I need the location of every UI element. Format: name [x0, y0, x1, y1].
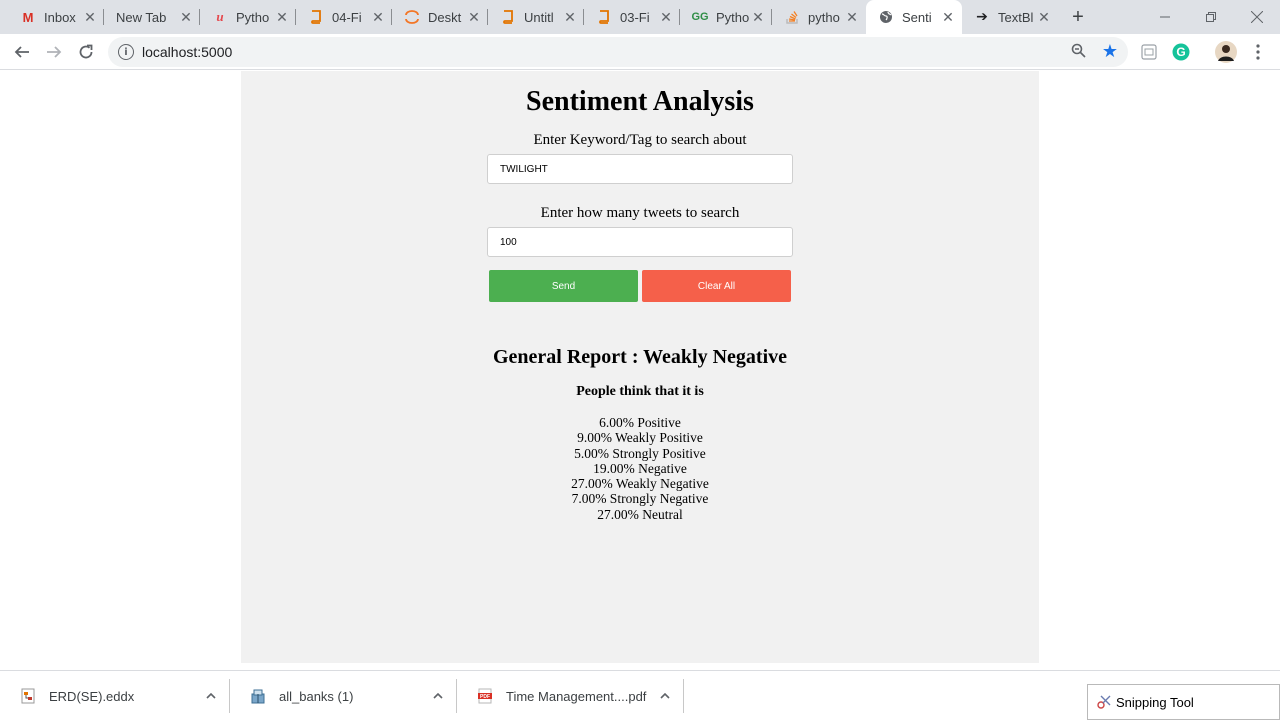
tab-strip: M Inbox ✕ New Tab ✕ u Pytho ✕ 04-Fi ✕ De… [0, 0, 1280, 34]
close-icon[interactable]: ✕ [750, 9, 766, 25]
report-subtitle: People think that it is [576, 384, 704, 399]
keyword-label: Enter Keyword/Tag to search about [533, 132, 747, 148]
jupyter-icon [404, 9, 420, 25]
chevron-up-icon[interactable] [433, 688, 443, 702]
gmail-icon: M [22, 9, 34, 25]
tab-title: New Tab [116, 9, 167, 25]
tab-python-udemy[interactable]: u Pytho ✕ [200, 0, 296, 34]
keyword-input[interactable] [487, 154, 793, 184]
close-icon[interactable]: ✕ [466, 9, 482, 25]
tab-title: Pytho [236, 9, 270, 25]
grammarly-icon[interactable]: G [1171, 42, 1191, 62]
general-report-heading: General Report : Weakly Negative [492, 346, 787, 368]
book-icon [596, 9, 612, 25]
stat-negative: 19.00% Negative [593, 460, 687, 476]
chevron-up-icon[interactable] [206, 688, 216, 702]
stackoverflow-icon [784, 9, 800, 25]
tab-desktop-jupyter[interactable]: Deskt ✕ [392, 0, 488, 34]
url-text[interactable]: localhost:5000 [142, 44, 232, 60]
info-icon[interactable]: i [118, 44, 134, 60]
tab-title: 04-Fi [332, 9, 362, 25]
tab-inbox[interactable]: M Inbox ✕ [8, 0, 104, 34]
tab-04-file[interactable]: 04-Fi ✕ [296, 0, 392, 34]
svg-text:G: G [1176, 45, 1185, 59]
tab-python-gfg[interactable]: GG Pytho ✕ [680, 0, 772, 34]
tab-title: Senti [902, 9, 932, 25]
close-icon[interactable]: ✕ [658, 9, 674, 25]
new-tab-button[interactable]: + [1066, 5, 1090, 29]
reload-button[interactable] [72, 38, 100, 66]
tab-title: Pytho [716, 9, 750, 25]
menu-icon[interactable] [1248, 42, 1268, 62]
stat-weakly-negative: 27.00% Weakly Negative [571, 476, 709, 492]
snipping-tool-label: Snipping Tool [1116, 694, 1194, 710]
tab-sentiment[interactable]: Senti ✕ [866, 0, 962, 34]
download-item[interactable]: PDF Time Management....pdf [457, 671, 684, 721]
profile-avatar[interactable] [1215, 41, 1237, 63]
stat-strongly-negative: 7.00% Strongly Negative [571, 491, 709, 507]
tab-03-file[interactable]: 03-Fi ✕ [584, 0, 680, 34]
zoom-icon[interactable] [1071, 43, 1086, 62]
bookmark-star-icon[interactable]: ★ [1102, 41, 1118, 62]
tab-python-stackoverflow[interactable]: pytho ✕ [772, 0, 866, 34]
download-item[interactable]: all_banks (1) [230, 671, 457, 721]
close-icon[interactable]: ✕ [178, 9, 194, 25]
eddx-file-icon [20, 688, 36, 704]
stat-strongly-positive: 5.00% Strongly Positive [574, 445, 706, 461]
tab-untitled[interactable]: Untitl ✕ [488, 0, 584, 34]
archive-file-icon [250, 688, 266, 704]
close-icon[interactable]: ✕ [844, 9, 860, 25]
sentiment-form-container: Sentiment Analysis Enter Keyword/Tag to … [241, 71, 1039, 663]
restore-button[interactable] [1188, 0, 1234, 34]
stat-weakly-positive: 9.00% Weakly Positive [577, 430, 703, 446]
forward-button[interactable] [40, 38, 68, 66]
minimize-button[interactable] [1142, 0, 1188, 34]
tab-new-tab[interactable]: New Tab ✕ [104, 0, 200, 34]
close-window-button[interactable] [1234, 0, 1280, 34]
send-button[interactable]: Send [489, 270, 638, 302]
pdf-file-icon: PDF [477, 688, 493, 704]
stat-positive: 6.00% Positive [599, 415, 681, 430]
svg-text:PDF: PDF [480, 694, 490, 700]
sentiment-stats-list: 6.00% Positive 9.00% Weakly Positive 5.0… [241, 415, 1039, 522]
tab-title: Deskt [428, 9, 462, 25]
stat-neutral: 27.00% Neutral [597, 506, 683, 522]
chevron-up-icon[interactable] [660, 688, 670, 702]
close-icon[interactable]: ✕ [562, 9, 578, 25]
tweet-count-input[interactable] [487, 227, 793, 257]
tab-textblob[interactable]: ➔ TextBl ✕ [962, 0, 1058, 34]
tab-title: Untitl [524, 9, 554, 25]
download-filename: all_banks (1) [279, 688, 354, 704]
back-button[interactable] [8, 38, 36, 66]
snipping-tool-popup[interactable]: Snipping Tool [1087, 684, 1280, 720]
browser-toolbar: i localhost:5000 ★ G [0, 34, 1280, 70]
close-icon[interactable]: ✕ [1036, 9, 1052, 25]
arrow-right-icon: ➔ [976, 9, 988, 25]
book-icon [500, 9, 516, 25]
download-filename: Time Management....pdf [506, 688, 647, 704]
close-icon[interactable]: ✕ [370, 9, 386, 25]
udemy-icon: u [216, 9, 224, 24]
close-icon[interactable]: ✕ [82, 9, 98, 25]
geeksforgeeks-icon: GG [691, 11, 709, 23]
close-icon[interactable]: ✕ [940, 9, 956, 25]
tab-title: 03-Fi [620, 9, 650, 25]
page-title: Sentiment Analysis [526, 86, 754, 117]
tweet-count-label: Enter how many tweets to search [540, 205, 740, 221]
download-filename: ERD(SE).eddx [49, 688, 135, 704]
extension-icon[interactable] [1139, 42, 1159, 62]
tab-title: Inbox [44, 9, 76, 25]
tab-title: TextBl [998, 9, 1034, 25]
page-viewport: Sentiment Analysis Enter Keyword/Tag to … [0, 71, 1280, 670]
address-bar[interactable]: i localhost:5000 ★ [108, 37, 1128, 67]
book-icon [308, 9, 324, 25]
close-icon[interactable]: ✕ [274, 9, 290, 25]
globe-icon [878, 9, 894, 25]
download-item[interactable]: ERD(SE).eddx [0, 671, 230, 721]
clear-all-button[interactable]: Clear All [642, 270, 791, 302]
tab-title: pytho [808, 9, 840, 25]
snipping-tool-icon [1096, 694, 1112, 710]
